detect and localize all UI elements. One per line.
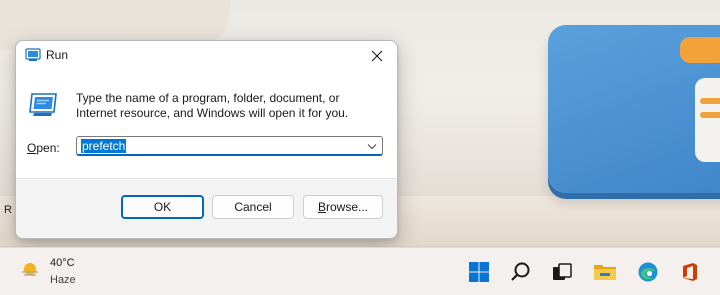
open-combobox[interactable]: prefetch (76, 136, 383, 156)
haze-sun-icon[interactable] (20, 262, 40, 278)
search-button[interactable] (509, 260, 533, 284)
open-input[interactable]: prefetch (81, 139, 127, 153)
dialog-description: Type the name of a program, folder, docu… (76, 91, 349, 120)
weather-temperature[interactable]: 40°C (50, 257, 75, 269)
wallpaper-orange-block (680, 37, 720, 63)
wallpaper-orange-bar (700, 112, 720, 118)
title-bar[interactable]: Run (16, 41, 397, 71)
wallpaper-white-panel (695, 78, 720, 162)
windows-start-icon (469, 262, 489, 282)
file-explorer-button[interactable] (593, 260, 617, 284)
wallpaper-orange-bar (700, 98, 720, 104)
edge-icon (638, 262, 658, 282)
folder-icon (594, 265, 616, 280)
run-dialog: Run Type the name of a program, folder, … (15, 40, 398, 239)
chevron-down-icon[interactable] (366, 140, 378, 152)
browse-button[interactable]: Browse... (303, 195, 383, 219)
open-label: Open: (27, 141, 60, 155)
task-view-icon (553, 263, 572, 280)
start-button[interactable] (467, 260, 491, 284)
weather-condition[interactable]: Haze (50, 274, 76, 286)
desktop-stray-text: R (4, 204, 12, 216)
edge-button[interactable] (636, 260, 660, 284)
close-button[interactable] (357, 41, 397, 71)
search-icon (511, 262, 530, 281)
run-app-icon (25, 48, 41, 61)
run-icon (29, 93, 57, 116)
cancel-button[interactable]: Cancel (212, 195, 294, 219)
close-icon (371, 50, 383, 62)
office-button[interactable] (678, 260, 702, 284)
task-view-button[interactable] (550, 260, 574, 284)
dialog-title: Run (46, 48, 69, 62)
ok-button[interactable]: OK (121, 195, 204, 219)
taskbar: 40°C Haze (0, 247, 720, 295)
office-icon (683, 263, 697, 281)
